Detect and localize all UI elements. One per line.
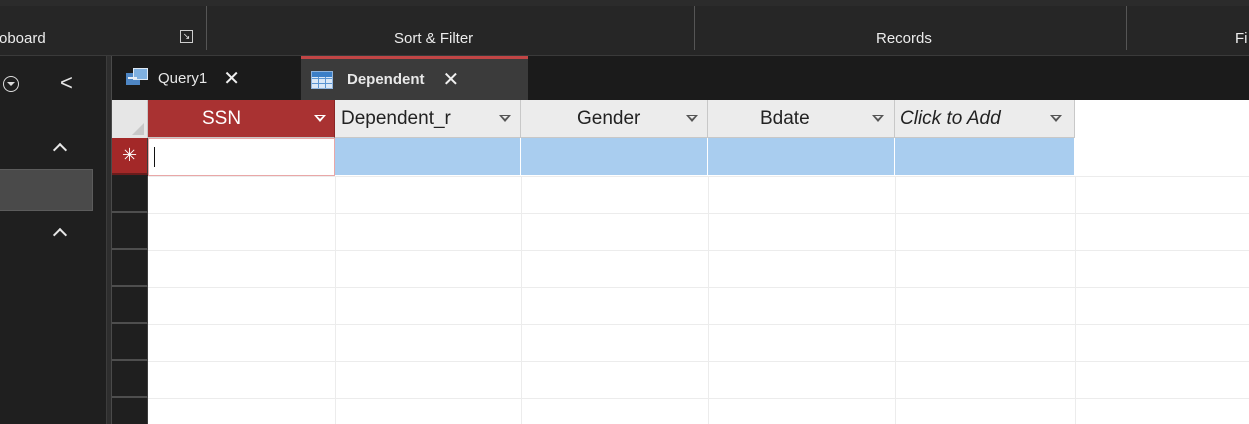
column-header-label: Dependent_r <box>341 108 451 129</box>
table-icon <box>311 70 333 89</box>
column-header-click-to-add[interactable]: Click to Add <box>895 100 1075 138</box>
column-header-label: Click to Add <box>900 108 1001 129</box>
row-selector <box>112 361 148 398</box>
cell-gender-new[interactable] <box>521 138 708 176</box>
filter-dropdown-icon[interactable] <box>686 115 698 122</box>
cell-ssn-new[interactable] <box>148 138 335 176</box>
column-header-bdate[interactable]: Bdate <box>708 100 895 138</box>
ribbon-group-find-label: Fi <box>1235 30 1248 47</box>
filter-dropdown-icon[interactable] <box>314 115 326 122</box>
ribbon-top-edge <box>0 0 1249 6</box>
chevron-up-icon[interactable] <box>52 227 68 237</box>
grid-line <box>148 176 1249 177</box>
row-selector <box>112 398 148 424</box>
ribbon-group-sort-filter-label: Sort & Filter <box>394 30 474 47</box>
grid-line <box>148 324 1249 325</box>
navigation-pane: < <box>0 56 107 424</box>
ribbon-group-labels: oboard ↘ Sort & Filter Records Fi <box>0 0 1249 56</box>
close-icon[interactable]: ✕ <box>443 67 460 92</box>
cell-dependent-name-new[interactable] <box>335 138 521 176</box>
close-icon[interactable]: ✕ <box>223 66 240 91</box>
grid-line <box>335 176 336 424</box>
grid-line <box>148 398 1249 399</box>
new-record-selector[interactable]: ✳ <box>112 138 148 175</box>
column-header-label: Bdate <box>760 108 810 129</box>
grid-line <box>148 361 1249 362</box>
row-selector <box>112 287 148 324</box>
dialog-launcher-icon[interactable]: ↘ <box>180 30 193 43</box>
grid-line <box>148 250 1249 251</box>
tab-query1[interactable]: Query1 ✕ <box>118 56 300 100</box>
datasheet-view: SSN Dependent_r Gender Bdate Click to Ad… <box>112 100 1249 424</box>
tab-dependent[interactable]: Dependent ✕ <box>301 56 528 100</box>
row-selector <box>112 250 148 287</box>
column-header-label: Gender <box>577 108 641 129</box>
ribbon-separator <box>206 6 207 50</box>
column-header-label: SSN <box>202 108 242 129</box>
column-header-dependent-name[interactable]: Dependent_r <box>335 100 521 138</box>
ribbon-separator <box>694 6 695 50</box>
ribbon-group-clipboard-label: oboard <box>0 30 46 47</box>
nav-selected-item[interactable] <box>0 169 93 211</box>
chevron-up-icon[interactable] <box>52 142 68 152</box>
grid-line <box>148 213 1249 214</box>
grid-line <box>895 176 896 424</box>
cell-click-to-add-new[interactable] <box>895 138 1075 176</box>
query-icon <box>126 68 148 88</box>
document-tab-strip: Query1 ✕ Dependent ✕ <box>112 56 1249 100</box>
ribbon-separator <box>1126 6 1127 50</box>
select-all-corner[interactable] <box>112 100 148 138</box>
grid-line <box>708 176 709 424</box>
tab-label: Query1 <box>158 69 208 87</box>
filter-dropdown-icon[interactable] <box>872 115 884 122</box>
ribbon-group-records-label: Records <box>876 30 932 47</box>
filter-dropdown-icon[interactable] <box>499 115 511 122</box>
tab-label: Dependent <box>347 71 425 88</box>
grid-line <box>1075 176 1076 424</box>
grid-line <box>521 176 522 424</box>
row-selector <box>112 176 148 213</box>
chevron-left-icon[interactable]: < <box>60 70 73 96</box>
chevron-down-circle-icon[interactable] <box>3 76 19 92</box>
cell-bdate-new[interactable] <box>708 138 895 176</box>
column-header-gender[interactable]: Gender <box>521 100 708 138</box>
row-selector <box>112 324 148 361</box>
row-selector <box>112 213 148 250</box>
filter-dropdown-icon[interactable] <box>1050 115 1062 122</box>
grid-line <box>148 287 1249 288</box>
column-header-ssn[interactable]: SSN <box>148 100 335 138</box>
